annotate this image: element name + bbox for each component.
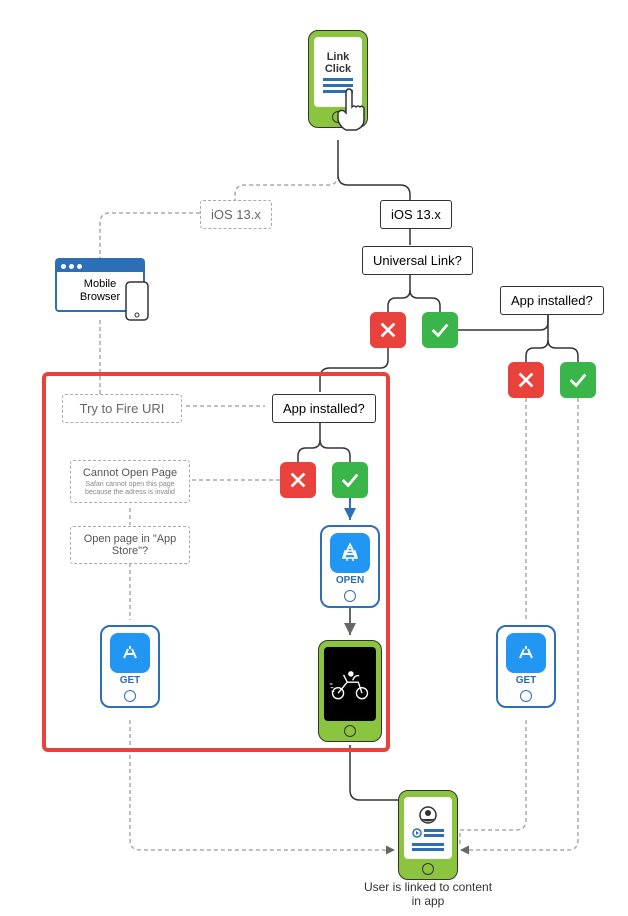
phone-label: GET xyxy=(516,675,537,686)
x-icon xyxy=(370,312,406,348)
hand-pointer-icon xyxy=(328,85,378,145)
appstore-icon xyxy=(330,533,370,573)
phone-get-left: GET xyxy=(100,625,160,708)
result-caption: User is linked to content in app xyxy=(358,880,498,908)
x-icon xyxy=(280,462,316,498)
appstore-icon xyxy=(110,633,150,673)
phone-outline-icon xyxy=(120,278,160,328)
connector-lines xyxy=(0,0,628,916)
phone-open: OPEN xyxy=(320,525,380,608)
appstore-icon xyxy=(506,633,546,673)
check-icon xyxy=(332,462,368,498)
node-app-installed-right: App installed? xyxy=(500,286,604,315)
start-label: Link Click xyxy=(314,51,362,75)
phone-result xyxy=(398,790,458,880)
node-app-installed-center: App installed? xyxy=(272,394,376,423)
node-ios-left: iOS 13.x xyxy=(200,200,272,229)
motorcycle-icon xyxy=(327,665,373,703)
node-try-fire-uri: Try to Fire URI xyxy=(62,394,182,423)
profile-content-icon xyxy=(408,801,448,855)
msg-title: Cannot Open Page xyxy=(83,467,177,479)
phone-label: GET xyxy=(120,675,141,686)
phone-app-content xyxy=(318,640,382,742)
node-ios-right: iOS 13.x xyxy=(380,200,452,229)
phone-label: OPEN xyxy=(336,575,364,586)
phone-get-right: GET xyxy=(496,625,556,708)
x-icon xyxy=(508,362,544,398)
msg-sub: Safari cannot open this page because the… xyxy=(79,481,181,496)
msg-cannot-open: Cannot Open Page Safari cannot open this… xyxy=(70,460,190,503)
check-icon xyxy=(560,362,596,398)
node-universal-link: Universal Link? xyxy=(362,246,473,275)
msg-open-appstore: Open page in "App Store"? xyxy=(70,526,190,564)
check-icon xyxy=(422,312,458,348)
